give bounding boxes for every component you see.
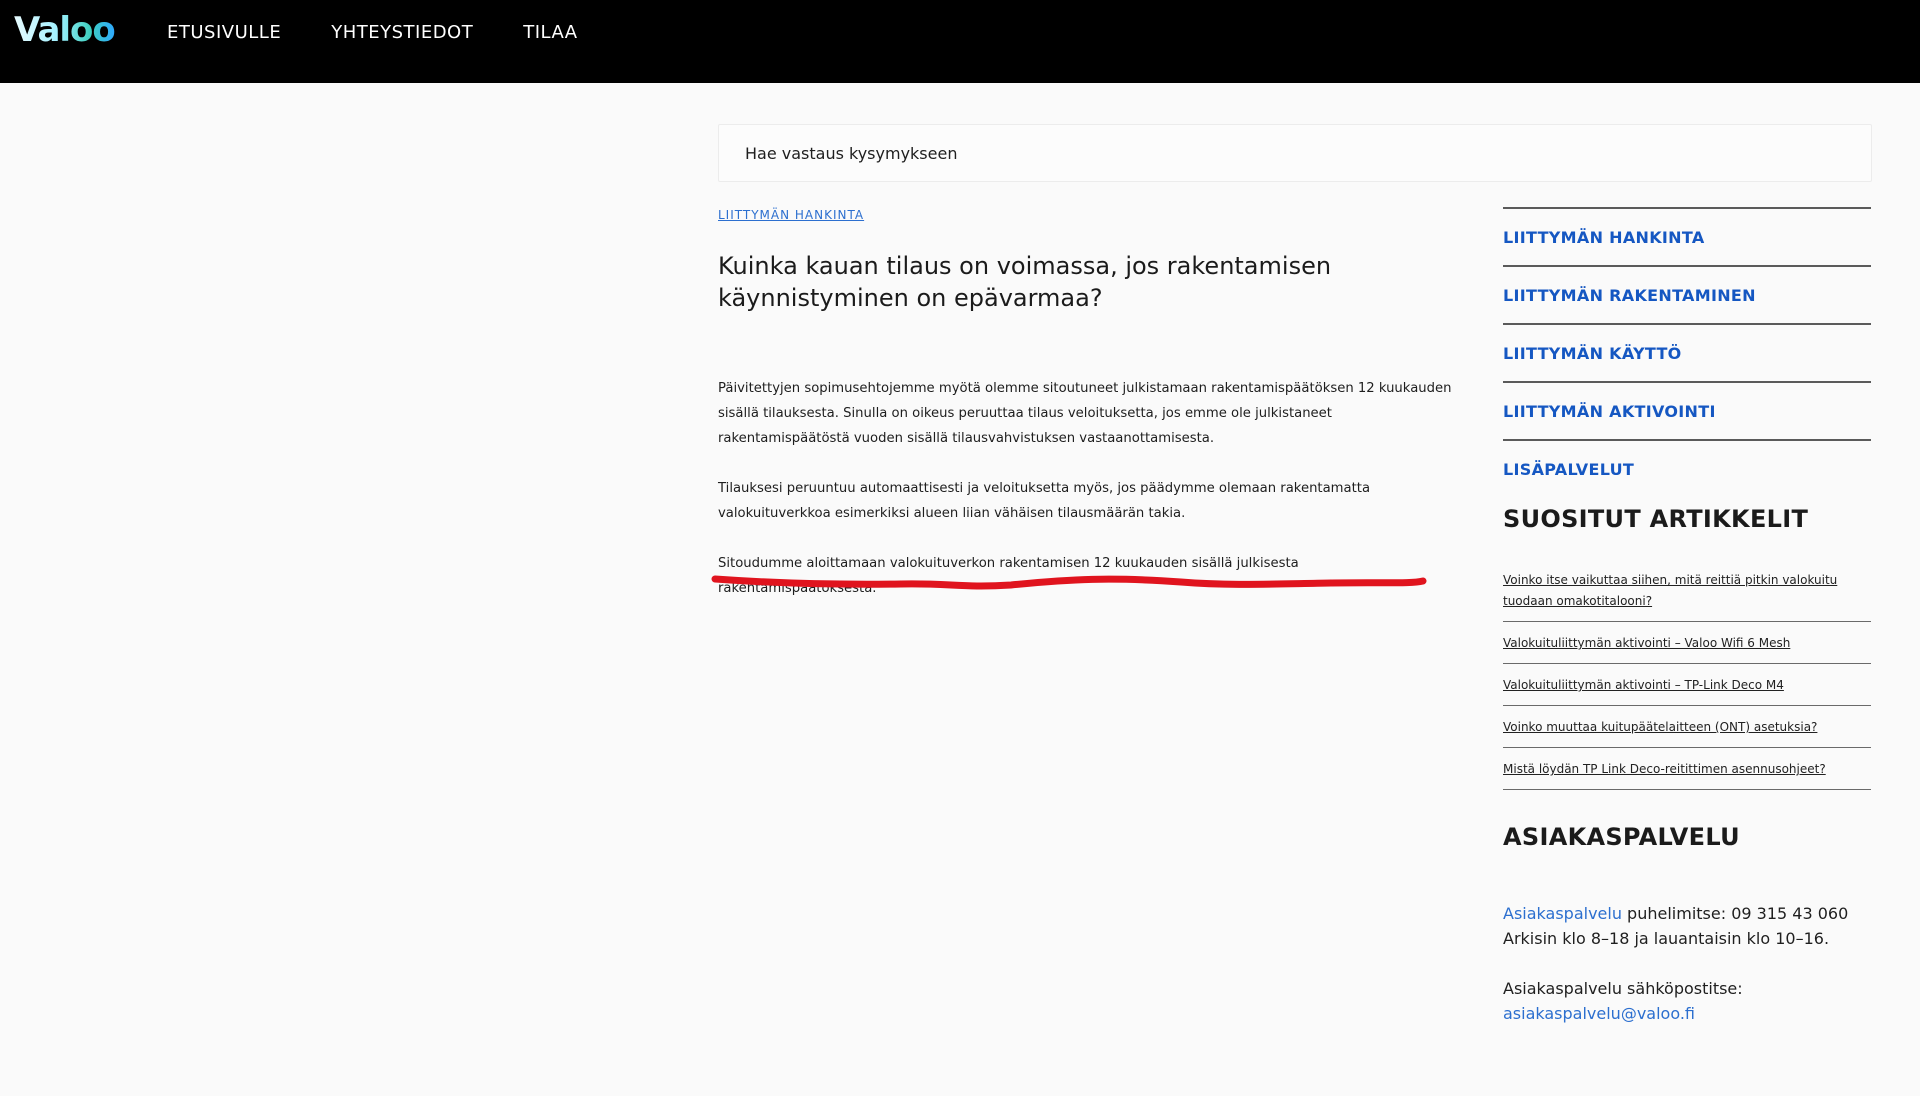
category-link[interactable]: LIITTYMÄN RAKENTAMINEN xyxy=(1503,286,1756,305)
category-item-kaytto[interactable]: LIITTYMÄN KÄYTTÖ xyxy=(1503,323,1871,381)
category-item-rakentaminen[interactable]: LIITTYMÄN RAKENTAMINEN xyxy=(1503,265,1871,323)
list-item: Voinko muuttaa kuitupäätelaitteen (ONT) … xyxy=(1503,706,1871,748)
category-item-lisapalvelut[interactable]: LISÄPALVELUT xyxy=(1503,439,1871,497)
email-label: Asiakaspalvelu sähköpostitse: xyxy=(1503,979,1743,998)
nav-etusivulle[interactable]: ETUSIVULLE xyxy=(167,22,281,43)
list-item: Voinko itse vaikuttaa siihen, mitä reitt… xyxy=(1503,559,1871,622)
category-item-aktivointi[interactable]: LIITTYMÄN AKTIVOINTI xyxy=(1503,381,1871,439)
list-item: Valokuituliittymän aktivointi – TP-Link … xyxy=(1503,664,1871,706)
red-underline-annotation xyxy=(711,575,1427,590)
valoo-logo[interactable]: Valoo xyxy=(14,10,116,50)
popular-article-link[interactable]: Valokuituliittymän aktivointi – Valoo Wi… xyxy=(1503,636,1790,650)
phone-line: Asiakaspalvelu puhelimitse: 09 315 43 06… xyxy=(1503,901,1871,926)
nav-yhteystiedot[interactable]: YHTEYSTIEDOT xyxy=(331,22,473,43)
popular-article-link[interactable]: Voinko itse vaikuttaa siihen, mitä reitt… xyxy=(1503,573,1837,608)
popular-article-link[interactable]: Voinko muuttaa kuitupäätelaitteen (ONT) … xyxy=(1503,720,1817,734)
search-placeholder: Hae vastaus kysymykseen xyxy=(745,144,958,163)
list-item: Mistä löydän TP Link Deco-reitittimen as… xyxy=(1503,748,1871,790)
list-item: Valokuituliittymän aktivointi – Valoo Wi… xyxy=(1503,622,1871,664)
breadcrumb-category[interactable]: LIITTYMÄN HANKINTA xyxy=(718,208,864,222)
logo-text: Valoo xyxy=(14,10,116,50)
popular-articles-title: SUOSITUT ARTIKKELIT xyxy=(1503,505,1809,533)
email-link[interactable]: asiakaspalvelu@valoo.fi xyxy=(1503,1004,1695,1023)
category-link[interactable]: LIITTYMÄN HANKINTA xyxy=(1503,228,1705,247)
popular-article-link[interactable]: Mistä löydän TP Link Deco-reitittimen as… xyxy=(1503,762,1826,776)
top-navigation-bar: Valoo ETUSIVULLE YHTEYSTIEDOT TILAA xyxy=(0,0,1920,83)
article-paragraph-2: Tilauksesi peruuntuu automaattisesti ja … xyxy=(718,481,1371,521)
customer-service-link[interactable]: Asiakaspalvelu xyxy=(1503,904,1622,923)
category-link[interactable]: LIITTYMÄN AKTIVOINTI xyxy=(1503,402,1716,421)
article-title: Kuinka kauan tilaus on voimassa, jos rak… xyxy=(718,252,1332,312)
category-link[interactable]: LIITTYMÄN KÄYTTÖ xyxy=(1503,344,1682,363)
nav-tilaa[interactable]: TILAA xyxy=(523,22,577,43)
article-paragraph-1: Päivitettyjen sopimusehtojemme myötä ole… xyxy=(718,381,1452,446)
category-sidebar: LIITTYMÄN HANKINTA LIITTYMÄN RAKENTAMINE… xyxy=(1503,207,1871,497)
customer-service-title: ASIAKASPALVELU xyxy=(1503,823,1740,851)
search-input[interactable]: Hae vastaus kysymykseen xyxy=(718,124,1872,182)
popular-articles-list: Voinko itse vaikuttaa siihen, mitä reitt… xyxy=(1503,559,1871,790)
phone-number: 09 315 43 060 xyxy=(1731,904,1849,923)
category-item-hankinta[interactable]: LIITTYMÄN HANKINTA xyxy=(1503,207,1871,265)
category-link[interactable]: LISÄPALVELUT xyxy=(1503,460,1634,479)
customer-service-info: Asiakaspalvelu puhelimitse: 09 315 43 06… xyxy=(1503,901,1871,1026)
main-nav: ETUSIVULLE YHTEYSTIEDOT TILAA xyxy=(167,22,578,43)
popular-article-link[interactable]: Valokuituliittymän aktivointi – TP-Link … xyxy=(1503,678,1784,692)
phone-label: puhelimitse: xyxy=(1621,904,1732,923)
opening-hours: Arkisin klo 8–18 ja lauantaisin klo 10–1… xyxy=(1503,929,1830,948)
